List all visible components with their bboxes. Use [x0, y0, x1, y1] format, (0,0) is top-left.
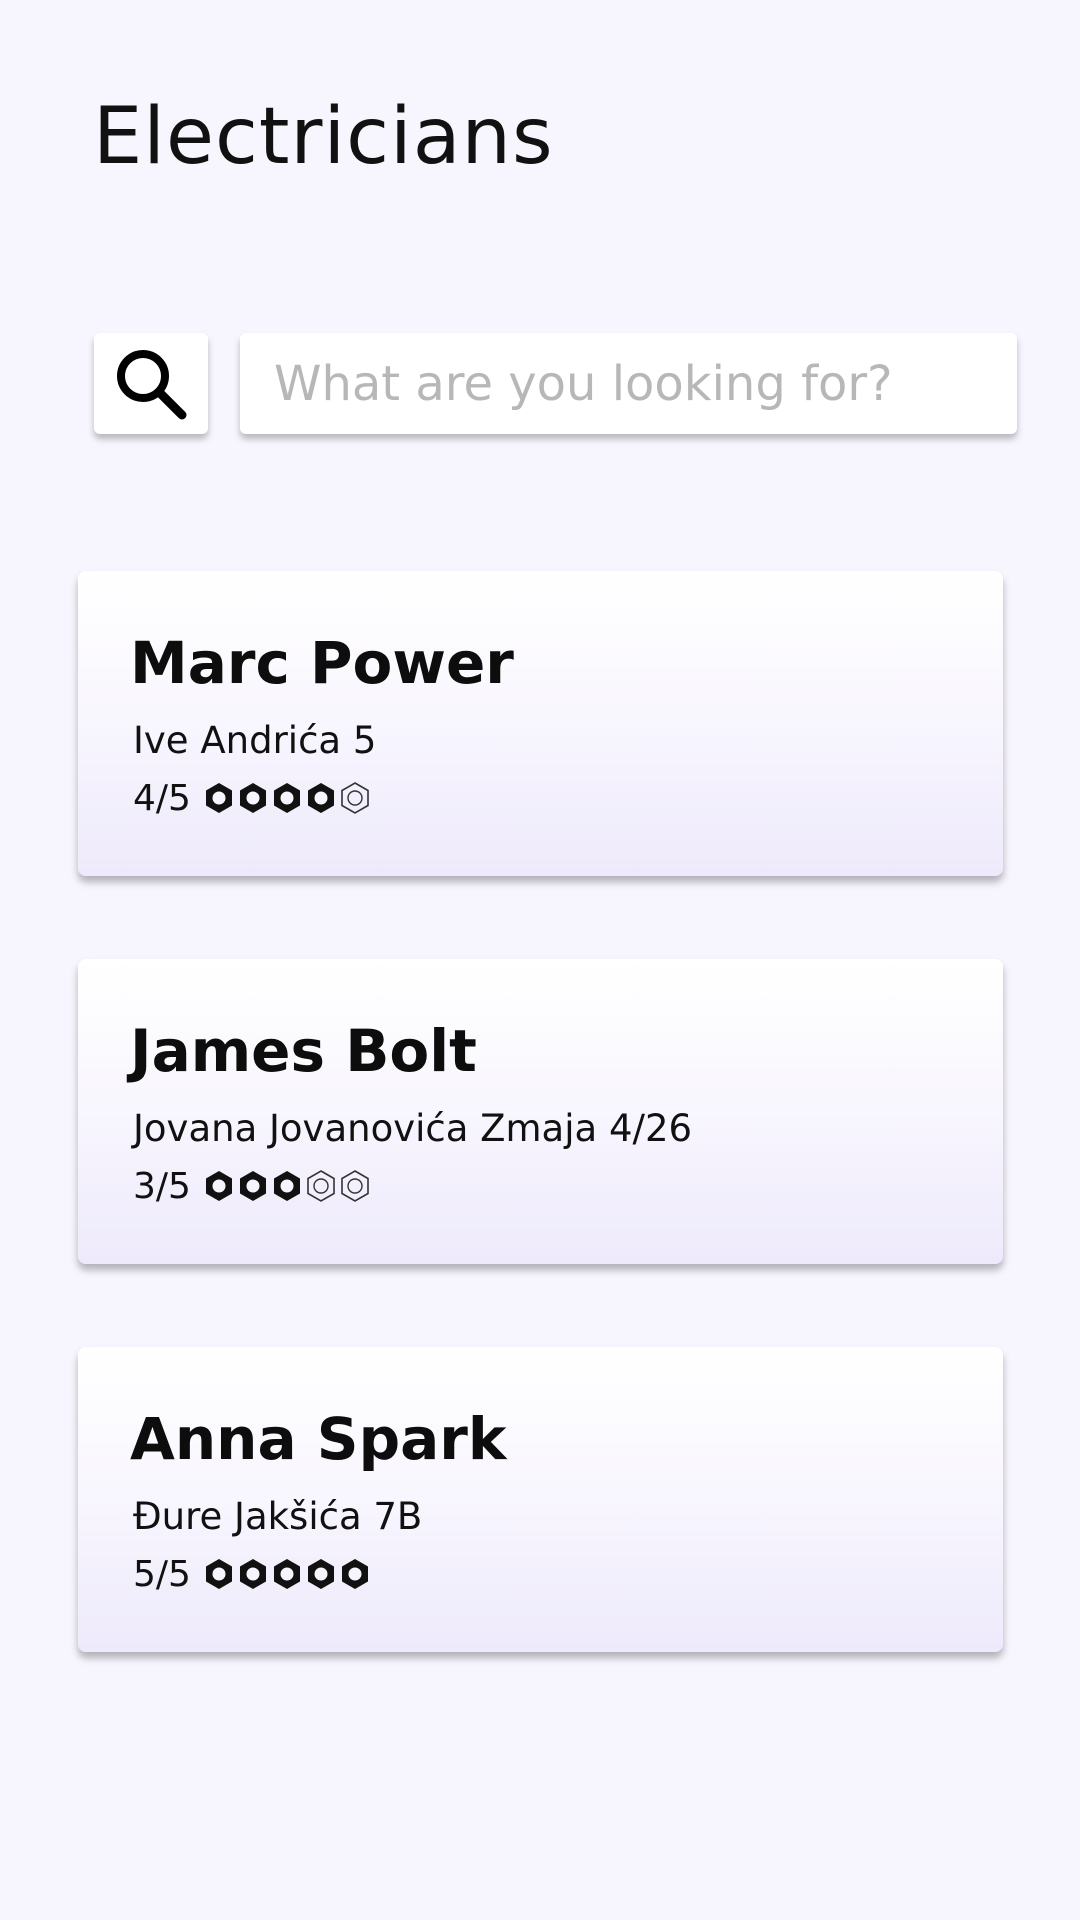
- rating-text: 4/5: [133, 777, 191, 819]
- listing-rating: 4/5: [133, 775, 371, 821]
- rating-text: 5/5: [133, 1553, 191, 1595]
- nut-empty-icon: [341, 1170, 369, 1202]
- listing-card-anna-spark[interactable]: Anna Spark Đure Jakšića 7B 5/5: [78, 1347, 1003, 1652]
- listing-address: Jovana Jovanovića Zmaja 4/26: [133, 1107, 693, 1150]
- page-title: Electricians: [93, 92, 554, 182]
- search-icon: [117, 349, 187, 419]
- nut-filled-icon: [273, 1559, 300, 1589]
- nut-filled-icon: [205, 783, 232, 813]
- nut-filled-icon: [205, 1559, 232, 1589]
- rating-text: 3/5: [133, 1165, 191, 1207]
- nut-empty-icon: [341, 782, 369, 814]
- listing-rating: 3/5: [133, 1163, 371, 1209]
- rating-icons: [203, 1557, 371, 1591]
- listing-rating: 5/5: [133, 1551, 371, 1597]
- nut-filled-icon: [239, 1171, 266, 1201]
- listing-address: Đure Jakšića 7B: [133, 1495, 423, 1538]
- rating-icons: [203, 781, 371, 815]
- listing-name: Anna Spark: [130, 1405, 507, 1473]
- nut-filled-icon: [239, 1559, 266, 1589]
- nut-filled-icon: [239, 783, 266, 813]
- listing-name: James Bolt: [130, 1017, 477, 1085]
- nut-filled-icon: [273, 1171, 300, 1201]
- listing-name: Marc Power: [130, 629, 514, 697]
- search-input[interactable]: [240, 333, 1017, 434]
- nut-empty-icon: [307, 1170, 335, 1202]
- search-button[interactable]: [94, 333, 208, 434]
- nut-filled-icon: [205, 1171, 232, 1201]
- nut-filled-icon: [273, 783, 300, 813]
- electricians-screen: Electricians Marc Power Ive Andrića 5 4/…: [0, 0, 1080, 1920]
- nut-filled-icon: [307, 783, 334, 813]
- listing-card-marc-power[interactable]: Marc Power Ive Andrića 5 4/5: [78, 571, 1003, 876]
- nut-filled-icon: [341, 1559, 368, 1589]
- listing-address: Ive Andrića 5: [133, 719, 377, 762]
- nut-filled-icon: [307, 1559, 334, 1589]
- listing-card-james-bolt[interactable]: James Bolt Jovana Jovanovića Zmaja 4/26 …: [78, 959, 1003, 1264]
- rating-icons: [203, 1169, 371, 1203]
